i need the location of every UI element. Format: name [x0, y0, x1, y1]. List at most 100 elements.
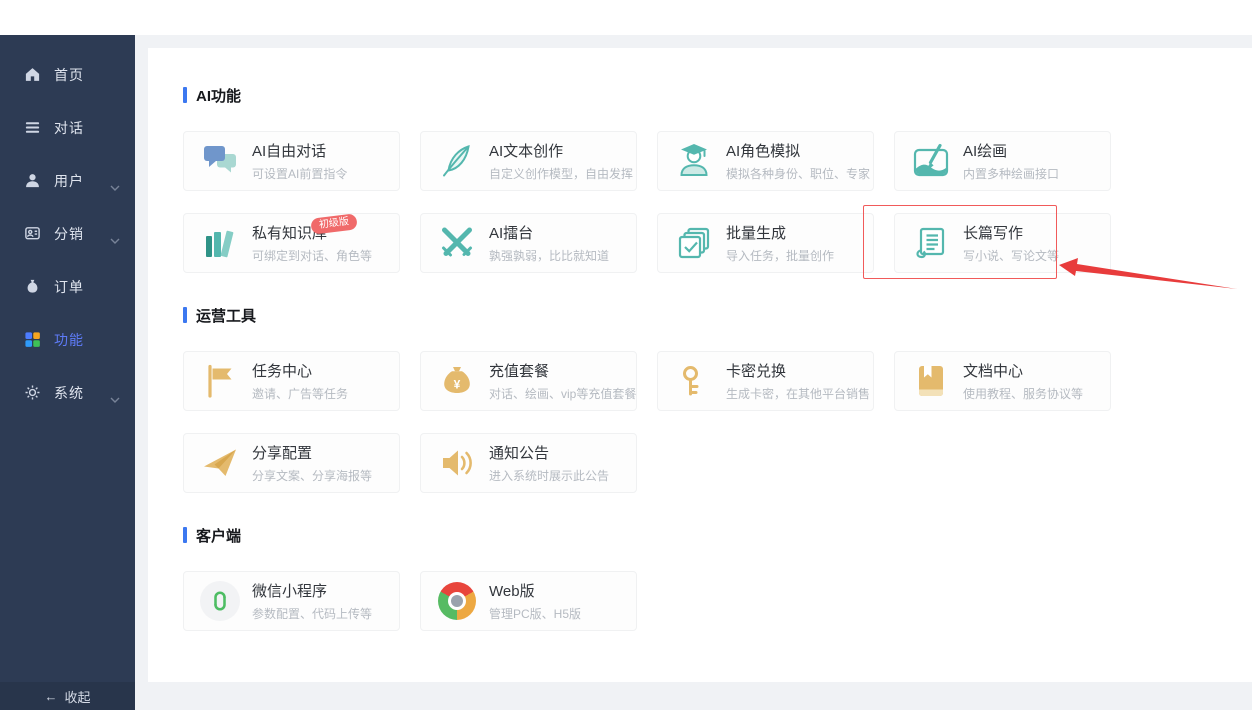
chevron-down-icon: [110, 390, 120, 406]
quill-icon: [437, 141, 477, 181]
collapse-arrow-icon: ←: [44, 688, 58, 704]
section-accent-bar: [183, 527, 187, 543]
top-bar: [0, 0, 1252, 35]
feature-card[interactable]: 分享配置分享文案、分享海报等: [183, 433, 400, 493]
collapse-sidebar-button[interactable]: ← 收起: [0, 682, 135, 710]
card-title: AI自由对话: [252, 143, 327, 160]
card-subtitle: 生成卡密，在其他平台销售: [726, 387, 871, 401]
card-title: 卡密兑换: [726, 363, 787, 380]
card-subtitle: 使用教程、服务协议等: [963, 387, 1084, 401]
svg-text:¥: ¥: [454, 378, 461, 392]
content-panel: AI功能 AI自由对话可设置AI前置指令 AI文本创作自定义创作模型，自由发挥 AI角…: [148, 48, 1252, 682]
gear-icon: [24, 384, 41, 401]
card-subtitle: 邀请、广告等任务: [252, 387, 349, 401]
section-accent-bar: [183, 87, 187, 103]
feature-card[interactable]: ¥ 充值套餐对话、绘画、vip等充值套餐: [420, 351, 637, 411]
card-subtitle: 对话、绘画、vip等充值套餐: [489, 387, 637, 401]
sidebar-item-order-bag[interactable]: 订单: [0, 260, 135, 313]
feature-card[interactable]: 长篇写作写小说、写论文等: [894, 213, 1111, 273]
section-title: AI功能: [196, 87, 242, 105]
feature-card[interactable]: Web版管理PC版、H5版: [420, 571, 637, 631]
section-accent-bar: [183, 307, 187, 323]
feature-card[interactable]: 初级版 私有知识库 可绑定到对话、角色等: [183, 213, 400, 273]
chat-lines-icon: [24, 119, 41, 136]
feature-card[interactable]: 卡密兑换生成卡密，在其他平台销售: [657, 351, 874, 411]
card-title: AI文本创作: [489, 143, 564, 160]
card-subtitle: 自定义创作模型，自由发挥: [489, 167, 634, 181]
feature-card[interactable]: AI自由对话可设置AI前置指令: [183, 131, 400, 191]
card-subtitle: 导入任务，批量创作: [726, 249, 835, 263]
feature-card[interactable]: 微信小程序参数配置、代码上传等: [183, 571, 400, 631]
chrome-icon: [437, 581, 477, 621]
sidebar-menu: 首页对话用户分销订单功能系统: [0, 35, 135, 419]
doc-book-icon: [911, 361, 951, 401]
distribution-icon: [24, 225, 41, 242]
books-icon: [200, 223, 240, 263]
section-header: 客户端: [183, 526, 1113, 545]
card-subtitle: 参数配置、代码上传等: [252, 607, 373, 621]
card-title: 长篇写作: [963, 225, 1024, 242]
money-bag-icon: ¥: [437, 361, 477, 401]
user-icon: [24, 172, 41, 189]
sidebar-item-label: 功能: [54, 331, 84, 348]
sidebar-item-label: 订单: [54, 278, 84, 295]
home-icon: [24, 66, 41, 83]
sidebar-item-label: 首页: [54, 66, 84, 83]
batch-stack-icon: [674, 223, 714, 263]
order-bag-icon: [24, 278, 41, 295]
section-header: 运营工具: [183, 306, 1113, 325]
card-title: AI角色模拟: [726, 143, 801, 160]
feature-card[interactable]: AI文本创作自定义创作模型，自由发挥: [420, 131, 637, 191]
paint-canvas-icon: [911, 141, 951, 181]
card-title: AI擂台: [489, 225, 534, 242]
card-subtitle: 可设置AI前置指令: [252, 167, 348, 181]
feature-card[interactable]: 通知公告进入系统时展示此公告: [420, 433, 637, 493]
card-subtitle: 进入系统时展示此公告: [489, 469, 610, 483]
card-grid: 任务中心 邀请、广告等任务 ¥ 充值套餐对话、绘画、vip等充值套餐 卡密兑换生成卡密，…: [183, 351, 1113, 493]
sidebar-item-gear[interactable]: 系统: [0, 366, 135, 419]
sidebar-item-label: 分销: [54, 225, 84, 242]
feature-card[interactable]: 批量生成 导入任务，批量创作: [657, 213, 874, 273]
wechat-miniprogram-icon: [200, 581, 240, 621]
card-grid: AI自由对话可设置AI前置指令 AI文本创作自定义创作模型，自由发挥 AI角色模拟模…: [183, 131, 1113, 273]
feature-card[interactable]: AI绘画 内置多种绘画接口: [894, 131, 1111, 191]
feature-card[interactable]: AI擂台孰强孰弱，比比就知道: [420, 213, 637, 273]
card-subtitle: 孰强孰弱，比比就知道: [489, 249, 610, 263]
feature-card[interactable]: AI角色模拟模拟各种身份、职位、专家: [657, 131, 874, 191]
card-subtitle: 模拟各种身份、职位、专家: [726, 167, 871, 181]
graduate-role-icon: [674, 141, 714, 181]
card-title: AI绘画: [963, 143, 1008, 160]
chevron-down-icon: [110, 178, 120, 194]
card-subtitle: 写小说、写论文等: [963, 249, 1060, 263]
feature-card[interactable]: 任务中心 邀请、广告等任务: [183, 351, 400, 411]
card-subtitle: 管理PC版、H5版: [489, 607, 582, 621]
card-title: 通知公告: [489, 445, 550, 462]
feature-card[interactable]: 文档中心 使用教程、服务协议等: [894, 351, 1111, 411]
card-title: 微信小程序: [252, 583, 328, 600]
section-1: AI功能 AI自由对话可设置AI前置指令 AI文本创作自定义创作模型，自由发挥 AI角…: [183, 86, 1113, 273]
collapse-label: 收起: [64, 689, 91, 705]
section-header: AI功能: [183, 86, 1113, 105]
content-area: AI功能 AI自由对话可设置AI前置指令 AI文本创作自定义创作模型，自由发挥 AI角…: [135, 35, 1252, 710]
sidebar-item-label: 对话: [54, 119, 84, 136]
sidebar-item-label: 用户: [54, 172, 84, 189]
crossed-swords-icon: [437, 223, 477, 263]
card-grid: 微信小程序参数配置、代码上传等 Web版管理PC版、H5版: [183, 571, 1113, 631]
sidebar: 首页对话用户分销订单功能系统 ← 收起: [0, 35, 135, 710]
paper-plane-icon: [200, 443, 240, 483]
sidebar-item-features-grid[interactable]: 功能: [0, 313, 135, 366]
key-icon: [674, 361, 714, 401]
section-title: 运营工具: [196, 307, 257, 325]
features-grid-icon: [24, 331, 41, 348]
sidebar-item-home[interactable]: 首页: [0, 48, 135, 101]
flag-icon: [200, 361, 240, 401]
sidebar-item-chat-lines[interactable]: 对话: [0, 101, 135, 154]
card-title: Web版: [489, 583, 535, 600]
sidebar-item-distribution[interactable]: 分销: [0, 207, 135, 260]
section-title: 客户端: [196, 527, 242, 545]
sidebar-item-user[interactable]: 用户: [0, 154, 135, 207]
card-subtitle: 分享文案、分享海报等: [252, 469, 373, 483]
card-title: 充值套餐: [489, 363, 550, 380]
card-subtitle: 可绑定到对话、角色等: [252, 249, 373, 263]
card-title: 分享配置: [252, 445, 313, 462]
